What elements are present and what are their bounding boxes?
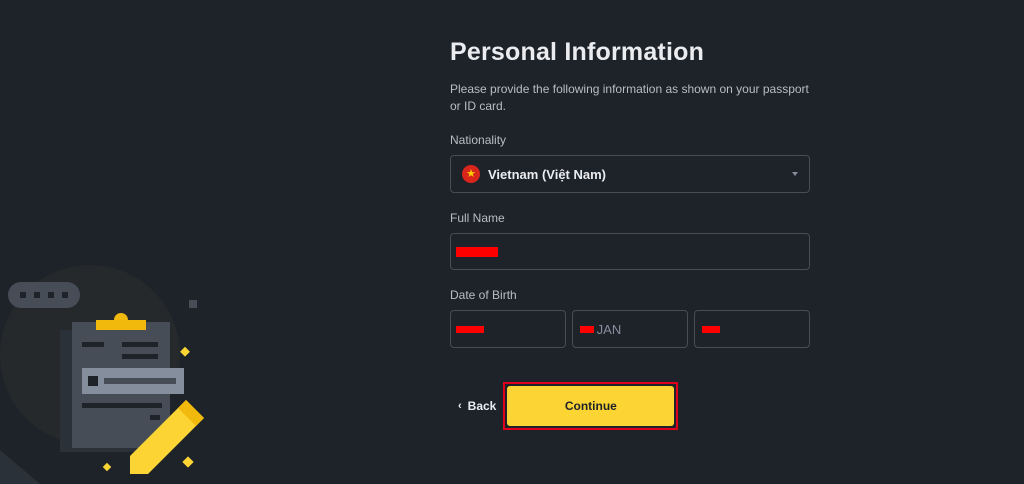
personal-info-form: Personal Information Please provide the …	[450, 38, 811, 348]
back-label: Back	[467, 399, 497, 413]
continue-highlight: Continue	[503, 382, 679, 430]
full-name-label: Full Name	[450, 211, 505, 225]
redacted-month-prefix	[579, 325, 594, 333]
nationality-value: Vietnam (Việt Nam)	[488, 166, 607, 182]
dob-label: Date of Birth	[450, 288, 517, 302]
redacted-day	[456, 325, 484, 333]
page-title: Personal Information	[450, 38, 705, 66]
redacted-name	[456, 246, 498, 257]
form-actions: ‹ Back Continue	[450, 382, 679, 430]
back-button[interactable]: ‹ Back	[458, 399, 496, 413]
dob-month-select[interactable]: JAN	[571, 310, 689, 348]
document-illustration	[0, 265, 204, 484]
dob-day-input[interactable]	[450, 310, 566, 348]
nationality-label: Nationality	[450, 133, 507, 147]
chevron-left-icon: ‹	[458, 400, 462, 412]
vietnam-flag-icon: ★	[462, 165, 480, 183]
page-subtitle: Please provide the following information…	[450, 82, 809, 113]
full-name-input[interactable]	[450, 233, 810, 270]
continue-button[interactable]: Continue	[507, 386, 675, 426]
dob-month-value: JAN	[596, 321, 622, 337]
dob-year-input[interactable]	[694, 310, 811, 348]
chevron-down-icon	[792, 172, 798, 176]
redacted-year	[702, 325, 721, 333]
nationality-select[interactable]: ★ Vietnam (Việt Nam)	[450, 155, 810, 193]
